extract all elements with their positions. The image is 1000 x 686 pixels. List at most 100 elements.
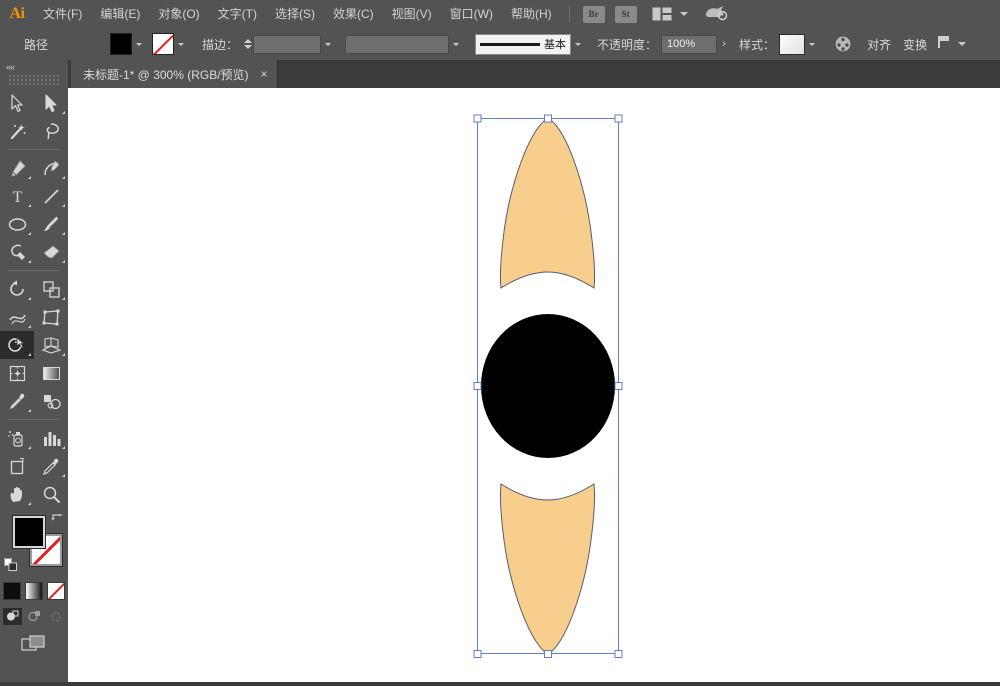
tools-divider-3 bbox=[8, 419, 60, 420]
stroke-chevron-down-icon[interactable] bbox=[174, 33, 188, 55]
tool-direct-selection[interactable] bbox=[34, 89, 68, 117]
tool-curvature[interactable] bbox=[34, 154, 68, 182]
status-bar bbox=[0, 682, 1000, 686]
transform-button[interactable]: 变换 bbox=[903, 36, 927, 53]
workspace-layout-icon[interactable] bbox=[650, 6, 674, 22]
close-icon[interactable]: × bbox=[261, 68, 268, 80]
svg-text:T: T bbox=[12, 189, 22, 206]
handle-top-left bbox=[473, 114, 482, 123]
handle-bottom-left bbox=[473, 650, 482, 658]
tool-free-transform[interactable] bbox=[34, 303, 68, 331]
more-options-icon[interactable] bbox=[937, 35, 953, 54]
menu-edit[interactable]: 编辑(E) bbox=[91, 0, 149, 28]
opacity-label: 不透明度： bbox=[597, 37, 658, 52]
menu-type[interactable]: 文字(T) bbox=[209, 0, 266, 28]
tool-zoom[interactable] bbox=[34, 480, 68, 508]
draw-mode-buttons bbox=[0, 608, 68, 625]
draw-inside-button[interactable] bbox=[47, 608, 66, 625]
tool-selection[interactable] bbox=[0, 89, 34, 117]
tool-lasso[interactable] bbox=[34, 117, 68, 145]
tool-paintbrush[interactable] bbox=[34, 210, 68, 238]
tool-type[interactable]: T bbox=[0, 182, 34, 210]
mode-none-button[interactable] bbox=[47, 582, 65, 600]
stroke-profile-input[interactable] bbox=[345, 34, 450, 54]
control-bar: 路径 描边： 基本 不透明度： 100% › 样式： 对齐 变换 bbox=[0, 28, 1000, 61]
style-chevron-down-icon[interactable] bbox=[805, 33, 819, 55]
tool-shape-builder[interactable] bbox=[0, 331, 34, 359]
tool-symbol-sprayer[interactable] bbox=[0, 424, 34, 452]
collapse-panel-button[interactable]: «« bbox=[0, 60, 68, 74]
tool-mesh[interactable] bbox=[0, 359, 34, 387]
stroke-weight-chevron-down-icon[interactable] bbox=[321, 33, 335, 55]
tool-rotate[interactable] bbox=[0, 275, 34, 303]
opacity-more-icon[interactable]: › bbox=[717, 34, 731, 54]
tool-shaper[interactable] bbox=[0, 238, 34, 266]
tool-pen[interactable] bbox=[0, 154, 34, 182]
tool-line-segment[interactable] bbox=[34, 182, 68, 210]
tool-scale[interactable] bbox=[34, 275, 68, 303]
tool-artboard[interactable] bbox=[0, 452, 34, 480]
swap-fill-stroke-icon[interactable] bbox=[50, 514, 64, 528]
menu-help[interactable]: 帮助(H) bbox=[502, 0, 561, 28]
tool-ellipse[interactable] bbox=[0, 210, 34, 238]
workspace-chevron-down-icon[interactable] bbox=[679, 12, 688, 16]
handle-bottom-right bbox=[614, 650, 623, 658]
align-button[interactable]: 对齐 bbox=[867, 36, 891, 53]
tool-column-graph[interactable] bbox=[34, 424, 68, 452]
tool-eyedropper[interactable] bbox=[0, 387, 34, 415]
recolor-artwork-icon[interactable] bbox=[833, 34, 853, 54]
style-swatch[interactable] bbox=[779, 33, 806, 55]
menu-window[interactable]: 窗口(W) bbox=[441, 0, 502, 28]
stroke-profile-chevron-down-icon[interactable] bbox=[449, 33, 463, 55]
search-cloud-icon[interactable] bbox=[704, 3, 728, 26]
brush-chevron-down-icon[interactable] bbox=[571, 33, 585, 55]
menu-view[interactable]: 视图(V) bbox=[383, 0, 441, 28]
tool-magic-wand[interactable] bbox=[0, 117, 34, 145]
stroke-weight-input[interactable] bbox=[253, 34, 322, 54]
tools-panel-drag-handle[interactable] bbox=[8, 75, 60, 85]
fill-swatch[interactable] bbox=[110, 33, 133, 55]
menu-divider bbox=[568, 5, 570, 23]
draw-normal-button[interactable] bbox=[2, 608, 22, 625]
more-options-chevron-down-icon[interactable] bbox=[958, 42, 967, 46]
fill-chevron-down-icon[interactable] bbox=[132, 33, 146, 55]
brush-definition-label: 基本 bbox=[544, 39, 567, 51]
tool-perspective-grid[interactable] bbox=[34, 331, 68, 359]
tool-width[interactable] bbox=[0, 303, 34, 331]
opacity-input[interactable]: 100% bbox=[661, 34, 718, 54]
document-tab-bar: 未标题-1* @ 300% (RGB/预览) × bbox=[68, 60, 1000, 88]
menu-object[interactable]: 对象(O) bbox=[149, 0, 208, 28]
menu-effect[interactable]: 效果(C) bbox=[324, 0, 383, 28]
artwork-svg[interactable] bbox=[68, 88, 1000, 682]
tool-slice[interactable] bbox=[34, 452, 68, 480]
tool-hand[interactable] bbox=[0, 480, 34, 508]
document-tab-title: 未标题-1* @ 300% (RGB/预览) bbox=[83, 67, 249, 82]
tools-divider bbox=[8, 149, 60, 150]
screen-mode-button[interactable] bbox=[0, 635, 68, 653]
stock-icon[interactable]: St bbox=[614, 5, 637, 23]
tool-eraser[interactable] bbox=[34, 238, 68, 266]
brush-definition-select[interactable]: 基本 bbox=[475, 33, 572, 55]
menu-select[interactable]: 选择(S) bbox=[266, 0, 324, 28]
draw-behind-button[interactable] bbox=[25, 608, 44, 625]
bridge-icon[interactable]: Br bbox=[582, 5, 605, 23]
fill-color-swatch[interactable] bbox=[13, 516, 45, 548]
style-label: 样式： bbox=[739, 37, 776, 52]
shape-bottom-petal[interactable] bbox=[499, 483, 596, 655]
shape-top-petal[interactable] bbox=[499, 117, 596, 289]
document-tab[interactable]: 未标题-1* @ 300% (RGB/预览) × bbox=[71, 60, 278, 88]
shape-center-circle[interactable] bbox=[481, 314, 615, 458]
handle-middle-left bbox=[473, 382, 482, 390]
canvas-area[interactable] bbox=[68, 88, 1000, 682]
tool-gradient[interactable] bbox=[34, 359, 68, 387]
stroke-weight-stepper[interactable] bbox=[242, 34, 253, 54]
tools-grid: T bbox=[0, 89, 68, 508]
handle-middle-right bbox=[614, 382, 623, 390]
handle-top-center bbox=[544, 114, 552, 123]
menu-file[interactable]: 文件(F) bbox=[34, 0, 91, 28]
default-fill-stroke-icon[interactable] bbox=[4, 558, 18, 572]
stroke-swatch[interactable] bbox=[152, 33, 175, 55]
mode-color-button[interactable] bbox=[3, 582, 21, 600]
mode-gradient-button[interactable] bbox=[25, 582, 43, 600]
tool-blend[interactable] bbox=[34, 387, 68, 415]
